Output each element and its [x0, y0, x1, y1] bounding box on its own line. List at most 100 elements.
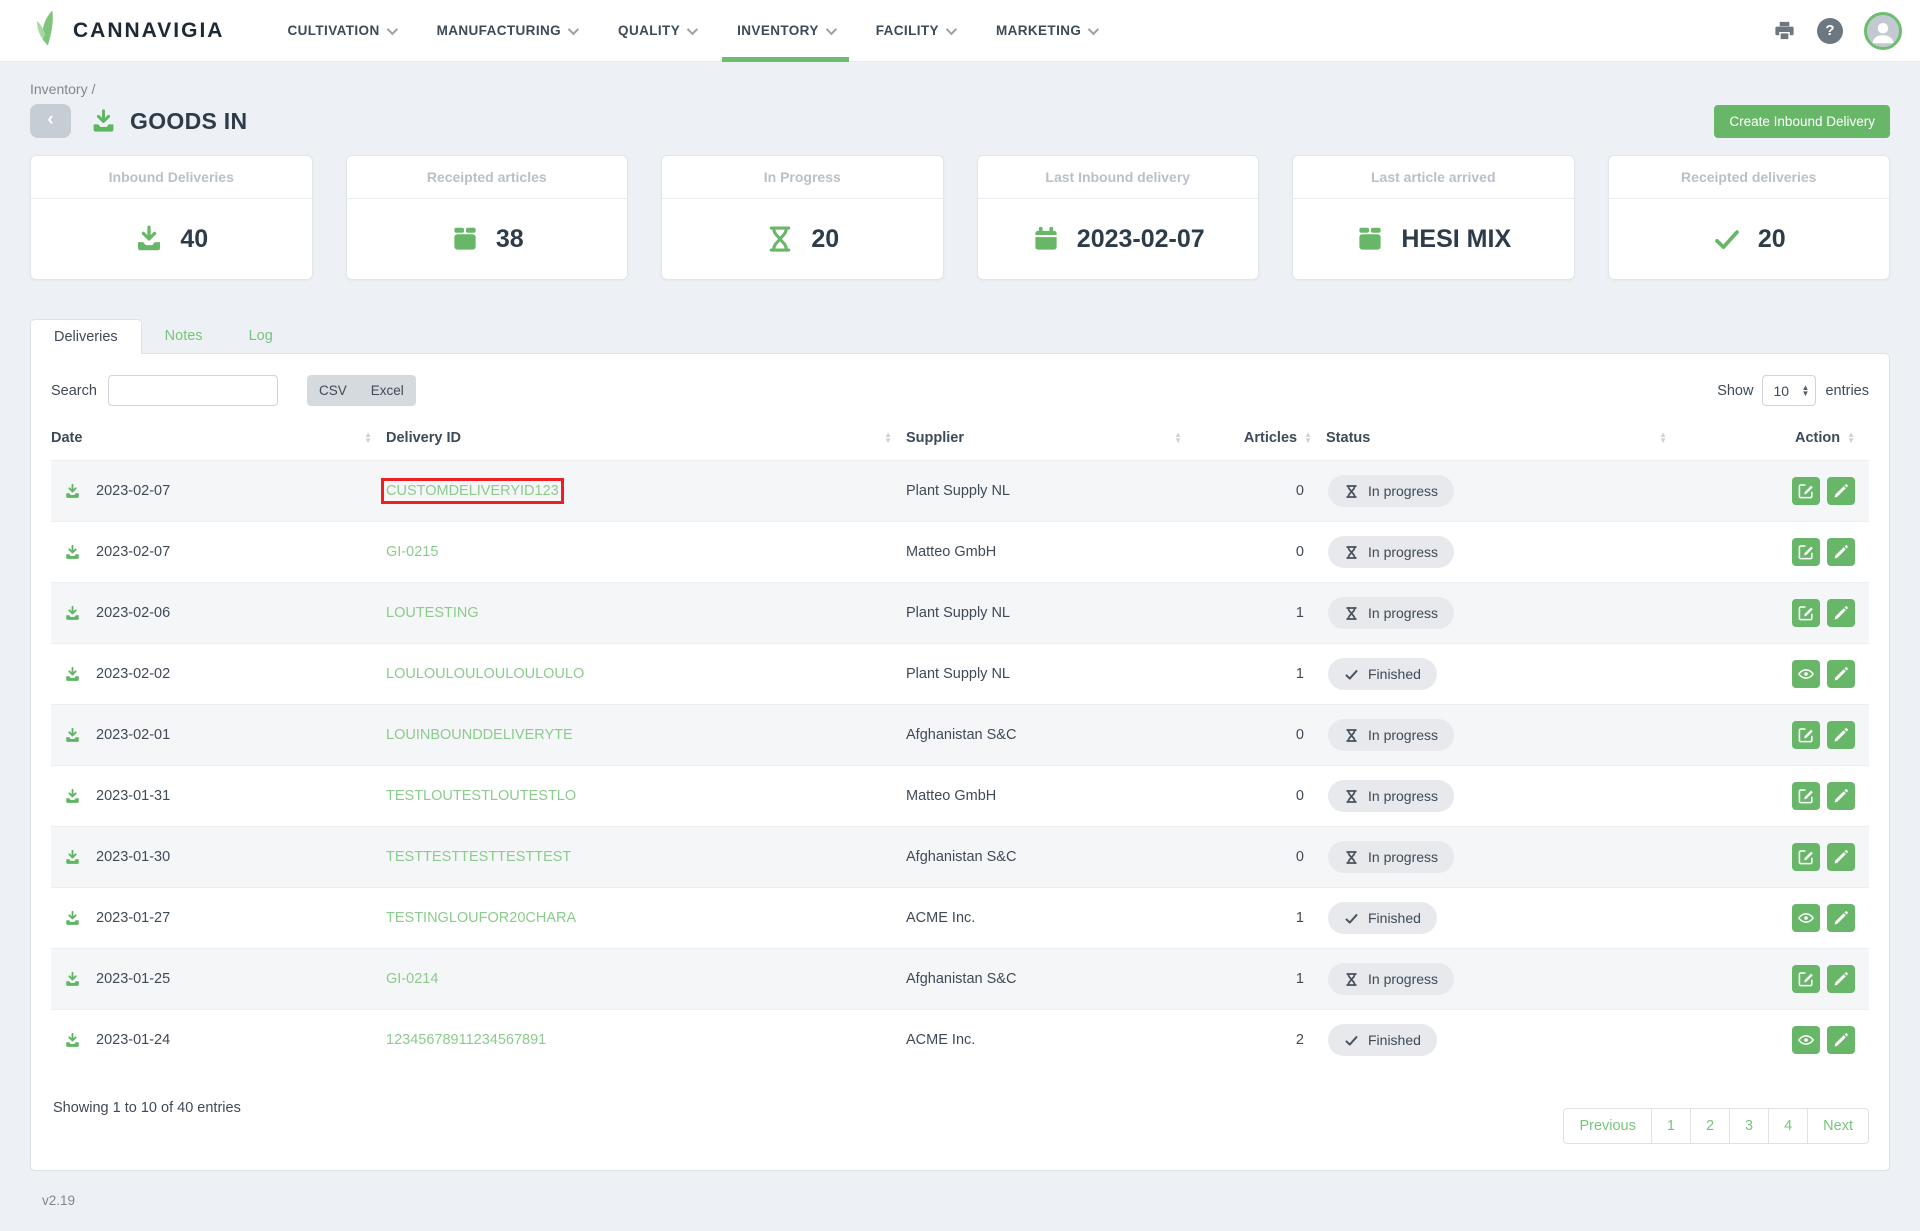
date-value: 2023-01-31	[96, 788, 170, 804]
pagination-previous[interactable]: Previous	[1563, 1108, 1651, 1144]
date-cell: 2023-01-24	[51, 1032, 386, 1049]
create-inbound-delivery-button[interactable]: Create Inbound Delivery	[1714, 105, 1890, 138]
status-cell: In progress	[1326, 963, 1681, 995]
edit-button[interactable]	[1792, 965, 1820, 993]
delivery-id-link[interactable]: GI-0214	[386, 971, 438, 987]
status-label: In progress	[1368, 483, 1438, 499]
nav-facility[interactable]: FACILITY	[855, 0, 975, 62]
column-header-date[interactable]: Date▲▼	[51, 430, 386, 446]
back-button[interactable]: ‹	[30, 104, 71, 138]
column-header-status[interactable]: Status▲▼	[1326, 430, 1681, 446]
action-cell	[1681, 1026, 1869, 1054]
stat-value: 20	[1758, 225, 1786, 254]
edit-button[interactable]	[1792, 721, 1820, 749]
goods-in-icon	[64, 483, 81, 500]
delivery-id-link[interactable]: TESTLOUTESTLOUTESTLO	[386, 788, 576, 804]
articles-cell: 0	[1196, 788, 1326, 804]
pencil-button[interactable]	[1827, 599, 1855, 627]
table-row: 2023-01-30TESTTESTTESTTESTTESTAfghanista…	[51, 826, 1869, 887]
delivery-id-link[interactable]: GI-0215	[386, 544, 438, 560]
edit-button[interactable]	[1792, 538, 1820, 566]
printer-icon[interactable]	[1773, 19, 1796, 42]
pencil-button[interactable]	[1827, 782, 1855, 810]
view-button[interactable]	[1792, 1026, 1820, 1054]
delivery-id-link[interactable]: LOULOULOULOULOULOULO	[386, 666, 584, 682]
pencil-button[interactable]	[1827, 660, 1855, 688]
edit-button[interactable]	[1792, 782, 1820, 810]
sort-icon: ▲▼	[1659, 432, 1667, 444]
table-row: 2023-02-07GI-0215Matteo GmbH0In progress	[51, 521, 1869, 582]
status-label: Finished	[1368, 1032, 1421, 1048]
nav-manufacturing[interactable]: MANUFACTURING	[416, 0, 597, 62]
pagination-next[interactable]: Next	[1807, 1108, 1869, 1144]
nav-marketing[interactable]: MARKETING	[975, 0, 1117, 62]
stat-label: Receipted deliveries	[1609, 156, 1890, 199]
pagination-page-1[interactable]: 1	[1651, 1108, 1691, 1144]
date-cell: 2023-02-07	[51, 483, 386, 500]
pagination-page-4[interactable]: 4	[1768, 1108, 1808, 1144]
breadcrumb[interactable]: Inventory /	[30, 81, 1890, 97]
column-header-action[interactable]: Action▲▼	[1681, 430, 1869, 446]
edit-button[interactable]	[1792, 843, 1820, 871]
chevron-down-icon	[946, 23, 957, 34]
hourglass-icon	[1344, 789, 1359, 804]
stat-value: 38	[496, 225, 524, 254]
stat-value: 20	[811, 225, 839, 254]
delivery-id-link[interactable]: TESTTESTTESTTESTTEST	[386, 849, 571, 865]
tab-deliveries[interactable]: Deliveries	[30, 319, 142, 354]
stat-value: HESI MIX	[1401, 225, 1511, 254]
nav-cultivation[interactable]: CULTIVATION	[266, 0, 415, 62]
delivery-id-cell: GI-0215	[386, 544, 906, 560]
entries-summary: Showing 1 to 10 of 40 entries	[51, 1100, 241, 1116]
help-icon[interactable]: ?	[1817, 18, 1843, 44]
user-avatar[interactable]	[1864, 12, 1902, 50]
pencil-button[interactable]	[1827, 965, 1855, 993]
delivery-id-link[interactable]: TESTINGLOUFOR20CHARA	[386, 910, 576, 926]
table-row: 2023-02-01LOUINBOUNDDELIVERYTEAfghanista…	[51, 704, 1869, 765]
column-header-delivery-id[interactable]: Delivery ID▲▼	[386, 430, 906, 446]
nav-inventory[interactable]: INVENTORY	[716, 0, 855, 62]
view-button[interactable]	[1792, 904, 1820, 932]
pencil-button[interactable]	[1827, 477, 1855, 505]
delivery-id-link[interactable]: 12345678911234567891	[386, 1032, 546, 1048]
view-button[interactable]	[1792, 660, 1820, 688]
column-header-supplier[interactable]: Supplier▲▼	[906, 430, 1196, 446]
stat-value: 40	[180, 225, 208, 254]
search-input[interactable]	[108, 375, 278, 406]
stat-value: 2023-02-07	[1077, 225, 1205, 254]
table-row: 2023-02-07CUSTOMDELIVERYID123Plant Suppl…	[51, 460, 1869, 521]
nav-quality[interactable]: QUALITY	[597, 0, 716, 62]
delivery-id-link[interactable]: LOUTESTING	[386, 605, 479, 621]
status-label: In progress	[1368, 605, 1438, 621]
status-badge: In progress	[1328, 536, 1454, 568]
column-header-articles[interactable]: Articles▲▼	[1196, 430, 1326, 446]
edit-button[interactable]	[1792, 477, 1820, 505]
pencil-button[interactable]	[1827, 904, 1855, 932]
page-size-select[interactable]: 10 ▲▼	[1762, 375, 1816, 406]
show-label: Show	[1717, 383, 1753, 399]
pencil-button[interactable]	[1827, 538, 1855, 566]
tab-log[interactable]: Log	[226, 319, 296, 353]
pencil-button[interactable]	[1827, 1026, 1855, 1054]
status-badge: In progress	[1328, 963, 1454, 995]
hourglass-icon	[1344, 972, 1359, 987]
date-value: 2023-02-07	[96, 544, 170, 560]
delivery-id-cell: LOUINBOUNDDELIVERYTE	[386, 727, 906, 743]
excel-export-button[interactable]: Excel	[359, 375, 416, 406]
pagination-page-2[interactable]: 2	[1690, 1108, 1730, 1144]
csv-export-button[interactable]: CSV	[307, 375, 359, 406]
supplier-cell: Afghanistan S&C	[906, 849, 1196, 865]
tab-notes[interactable]: Notes	[142, 319, 226, 353]
pencil-button[interactable]	[1827, 843, 1855, 871]
status-label: In progress	[1368, 544, 1438, 560]
date-cell: 2023-02-01	[51, 727, 386, 744]
pencil-button[interactable]	[1827, 721, 1855, 749]
delivery-id-link[interactable]: LOUINBOUNDDELIVERYTE	[386, 727, 573, 743]
table-header: Date▲▼ Delivery ID▲▼ Supplier▲▼ Articles…	[51, 416, 1869, 460]
hourglass-icon	[765, 224, 795, 254]
brand-logo[interactable]: CANNAVIGIA	[34, 9, 224, 52]
delivery-id-link-highlighted[interactable]: CUSTOMDELIVERYID123	[386, 483, 559, 499]
edit-button[interactable]	[1792, 599, 1820, 627]
pagination-page-3[interactable]: 3	[1729, 1108, 1769, 1144]
stat-card-last-inbound-delivery: Last Inbound delivery 2023-02-07	[977, 155, 1260, 280]
